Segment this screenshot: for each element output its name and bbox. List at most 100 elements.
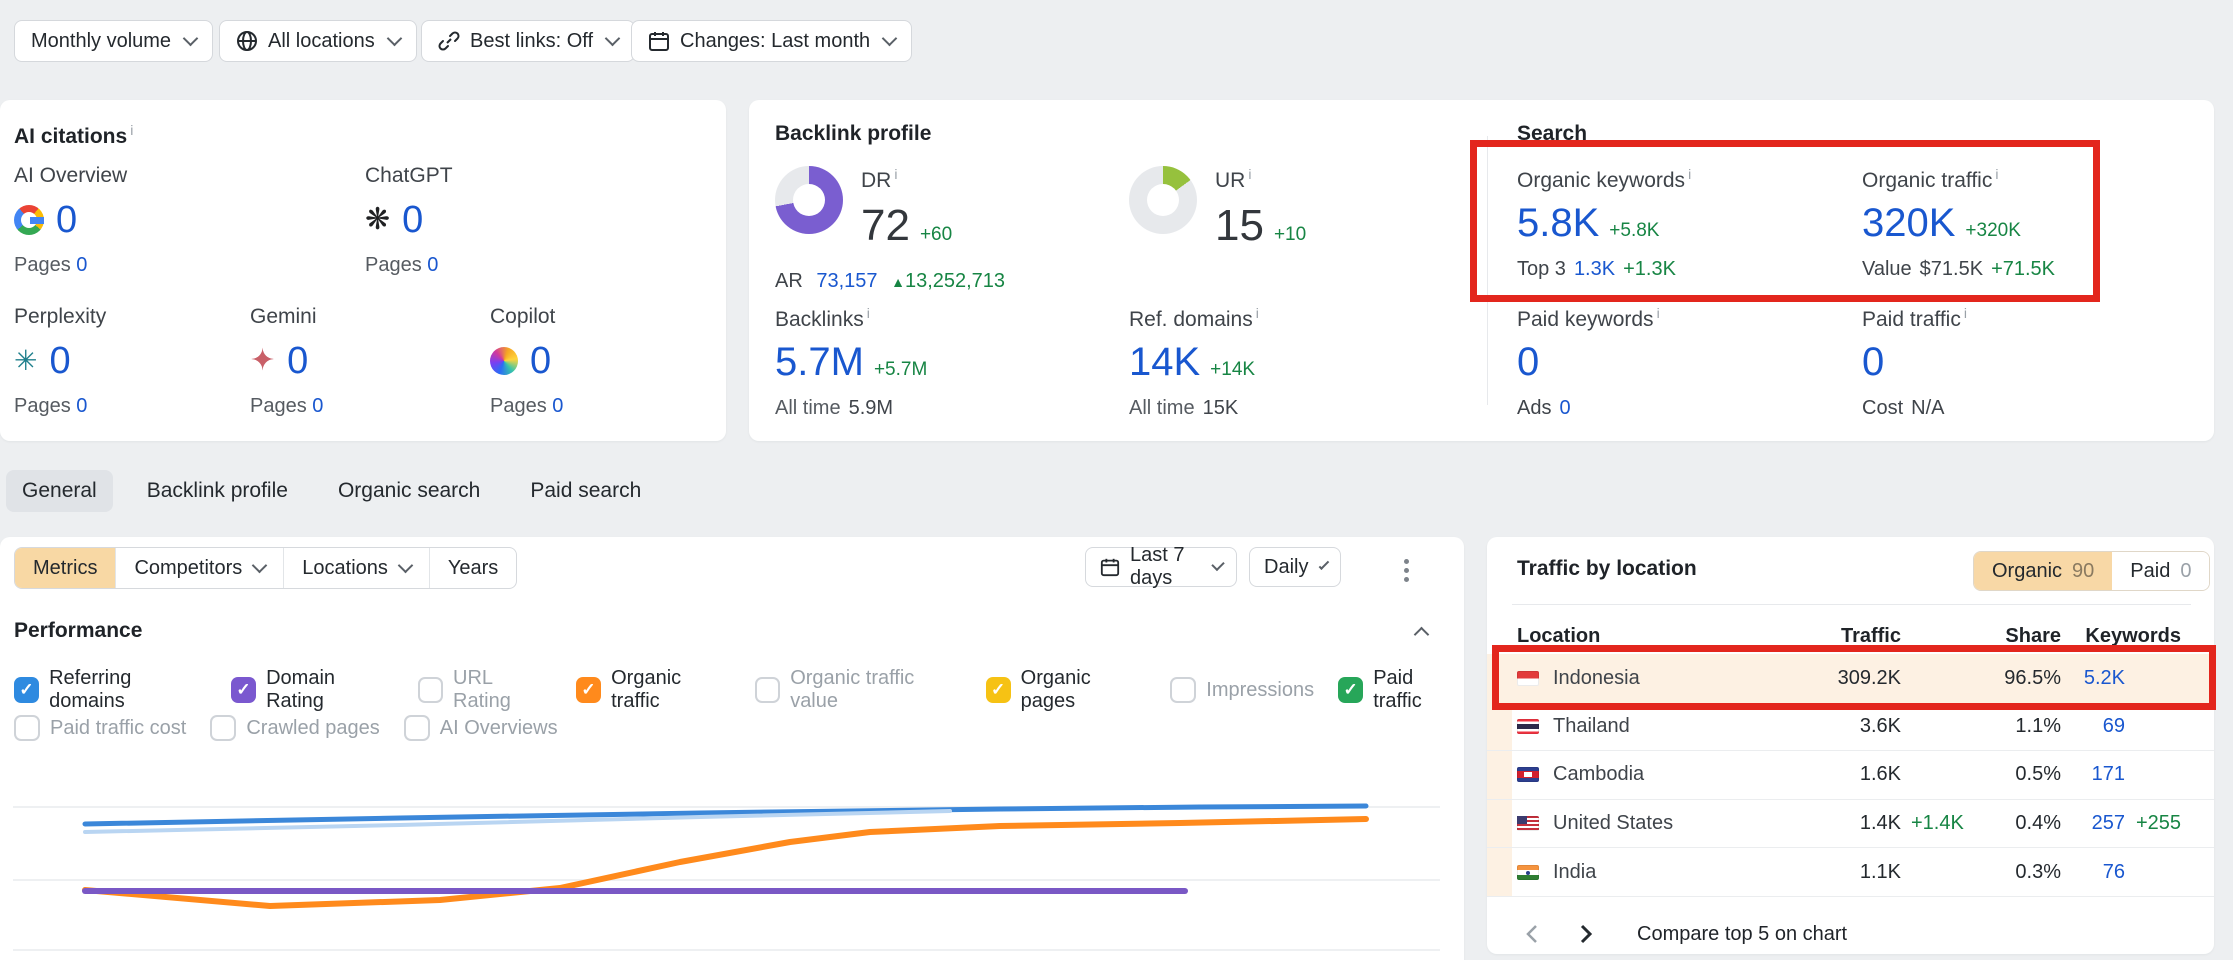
info-icon[interactable] bbox=[1995, 166, 1998, 182]
domain-rating-metric: DR 72+60 bbox=[775, 166, 952, 251]
segment-competitors[interactable]: Competitors bbox=[116, 548, 284, 588]
keywords-link[interactable]: 5.2K bbox=[2061, 667, 2125, 690]
organic-keywords-value[interactable]: 5.8K bbox=[1517, 201, 1599, 246]
metric-checkbox-paid-traffic-cost[interactable]: Paid traffic cost bbox=[14, 715, 186, 741]
info-icon[interactable] bbox=[1248, 166, 1251, 182]
paid-keywords-metric: Paid keywords 0 Ads0 bbox=[1517, 305, 1660, 420]
provider-label: AI Overview bbox=[14, 164, 127, 188]
organic-traffic-value[interactable]: 320K bbox=[1862, 201, 1955, 246]
pages-value[interactable]: 0 bbox=[76, 254, 87, 276]
metric-checkbox-domain-rating[interactable]: Domain Rating bbox=[231, 667, 394, 713]
provider-label: Copilot bbox=[490, 305, 563, 329]
chevron-up-icon bbox=[1414, 627, 1430, 643]
info-icon[interactable] bbox=[867, 305, 870, 321]
segment-locations[interactable]: Locations bbox=[284, 548, 430, 588]
top3-delta: +1.3K bbox=[1623, 258, 1676, 280]
changes-filter-button[interactable]: Changes: Last month bbox=[631, 20, 912, 62]
pages-value[interactable]: 0 bbox=[76, 395, 87, 417]
ref-domains-delta: +14K bbox=[1210, 359, 1255, 381]
date-range-button[interactable]: Last 7 days bbox=[1085, 547, 1237, 587]
paid-keywords-value[interactable]: 0 bbox=[1517, 340, 1539, 385]
paid-traffic-value[interactable]: 0 bbox=[1862, 340, 1884, 385]
keywords-delta: +255 bbox=[2125, 812, 2181, 835]
col-keywords[interactable]: Keywords bbox=[2061, 625, 2181, 648]
tab-backlink-profile[interactable]: Backlink profile bbox=[131, 470, 304, 512]
prev-page-button[interactable] bbox=[1517, 919, 1547, 949]
checkbox-checked-icon bbox=[14, 677, 39, 703]
more-options-button[interactable] bbox=[1400, 555, 1413, 586]
ur-delta: +10 bbox=[1274, 224, 1306, 246]
info-icon[interactable] bbox=[1964, 305, 1967, 321]
keywords-link[interactable]: 171 bbox=[2061, 763, 2125, 786]
checkbox-unchecked-icon bbox=[418, 677, 443, 703]
keywords-link[interactable]: 69 bbox=[2061, 715, 2125, 738]
collapse-section-button[interactable] bbox=[1412, 625, 1427, 645]
metric-checkbox-impressions[interactable]: Impressions bbox=[1170, 677, 1314, 703]
volume-filter-button[interactable]: Monthly volume bbox=[14, 20, 213, 62]
pages-line: Pages 0 bbox=[490, 395, 563, 418]
keywords-link[interactable]: 257 bbox=[2061, 812, 2125, 835]
tab-general[interactable]: General bbox=[6, 470, 113, 512]
citations-value[interactable]: 0 bbox=[287, 340, 308, 383]
traffic-by-location-panel: Traffic by location Organic 90 Paid 0 Lo… bbox=[1487, 537, 2214, 954]
locations-filter-label: All locations bbox=[268, 30, 375, 53]
metric-checkbox-organic-pages[interactable]: Organic pages bbox=[986, 667, 1147, 713]
location-name: Indonesia bbox=[1553, 667, 1640, 690]
ads-value[interactable]: 0 bbox=[1559, 397, 1570, 419]
col-traffic[interactable]: Traffic bbox=[1801, 625, 1901, 648]
info-icon[interactable] bbox=[894, 166, 897, 182]
compare-top5-label[interactable]: Compare top 5 on chart bbox=[1637, 923, 1847, 946]
pages-value[interactable]: 0 bbox=[427, 254, 438, 276]
toggle-paid-label: Paid bbox=[2130, 560, 2170, 583]
pages-value[interactable]: 0 bbox=[552, 395, 563, 417]
traffic-value-amount: $71.5K bbox=[1920, 258, 1983, 280]
granularity-button[interactable]: Daily bbox=[1249, 547, 1341, 587]
metric-checkbox-crawled-pages[interactable]: Crawled pages bbox=[210, 715, 379, 741]
metric-checkbox-url-rating[interactable]: URL Rating bbox=[418, 667, 552, 713]
info-icon[interactable] bbox=[130, 122, 133, 138]
col-location[interactable]: Location bbox=[1517, 625, 1801, 648]
segment-metrics[interactable]: Metrics bbox=[15, 548, 116, 588]
checkbox-checked-icon bbox=[231, 677, 256, 703]
location-row-thailand[interactable]: Thailand3.6K1.1%69 bbox=[1487, 703, 2214, 752]
chevron-down-icon bbox=[183, 31, 199, 47]
pages-value[interactable]: 0 bbox=[312, 395, 323, 417]
metric-checkbox-organic-traffic-value[interactable]: Organic traffic value bbox=[755, 667, 962, 713]
url-rating-metric: UR 15+10 bbox=[1129, 166, 1306, 251]
tab-paid-search[interactable]: Paid search bbox=[514, 470, 657, 512]
backlinks-value[interactable]: 5.7M bbox=[775, 340, 864, 385]
location-table-body: Indonesia309.2K96.5%5.2KThailand3.6K1.1%… bbox=[1487, 654, 2214, 897]
metric-checkbox-referring-domains[interactable]: Referring domains bbox=[14, 667, 207, 713]
next-page-button[interactable] bbox=[1571, 919, 1601, 949]
best-links-filter-button[interactable]: Best links: Off bbox=[421, 20, 635, 62]
col-share[interactable]: Share bbox=[1973, 625, 2061, 648]
toggle-organic-count: 90 bbox=[2072, 560, 2094, 583]
ref-domains-value[interactable]: 14K bbox=[1129, 340, 1200, 385]
metric-checkbox-ai-overviews[interactable]: AI Overviews bbox=[404, 715, 558, 741]
checkbox-label: Crawled pages bbox=[246, 717, 379, 740]
location-row-indonesia[interactable]: Indonesia309.2K96.5%5.2K bbox=[1487, 654, 2214, 703]
citations-value[interactable]: 0 bbox=[49, 340, 70, 383]
metric-checkbox-organic-traffic[interactable]: Organic traffic bbox=[576, 667, 731, 713]
tab-organic-search[interactable]: Organic search bbox=[322, 470, 496, 512]
toggle-organic[interactable]: Organic 90 bbox=[1974, 552, 2112, 590]
keywords-link[interactable]: 76 bbox=[2061, 861, 2125, 884]
info-icon[interactable] bbox=[1688, 166, 1691, 182]
location-row-united-states[interactable]: United States1.4K+1.4K0.4%257+255 bbox=[1487, 800, 2214, 849]
info-icon[interactable] bbox=[1256, 305, 1259, 321]
metric-checkbox-paid-traffic[interactable]: Paid traffic bbox=[1338, 667, 1464, 713]
ai-citation-item: AI Overview0Pages 0 bbox=[14, 164, 127, 277]
location-row-cambodia[interactable]: Cambodia1.6K0.5%171 bbox=[1487, 751, 2214, 800]
segment-years[interactable]: Years bbox=[430, 548, 516, 588]
citations-value[interactable]: 0 bbox=[402, 199, 423, 242]
top3-value[interactable]: 1.3K bbox=[1574, 258, 1615, 280]
performance-line-chart bbox=[0, 757, 1464, 960]
ar-value[interactable]: 73,157 bbox=[816, 270, 877, 292]
info-icon[interactable] bbox=[1657, 305, 1660, 321]
toggle-paid[interactable]: Paid 0 bbox=[2112, 552, 2209, 590]
location-row-india[interactable]: India1.1K0.3%76 bbox=[1487, 848, 2214, 897]
citations-value[interactable]: 0 bbox=[530, 340, 551, 383]
citations-value[interactable]: 0 bbox=[56, 199, 77, 242]
locations-filter-button[interactable]: All locations bbox=[219, 20, 417, 62]
globe-icon bbox=[236, 30, 258, 52]
